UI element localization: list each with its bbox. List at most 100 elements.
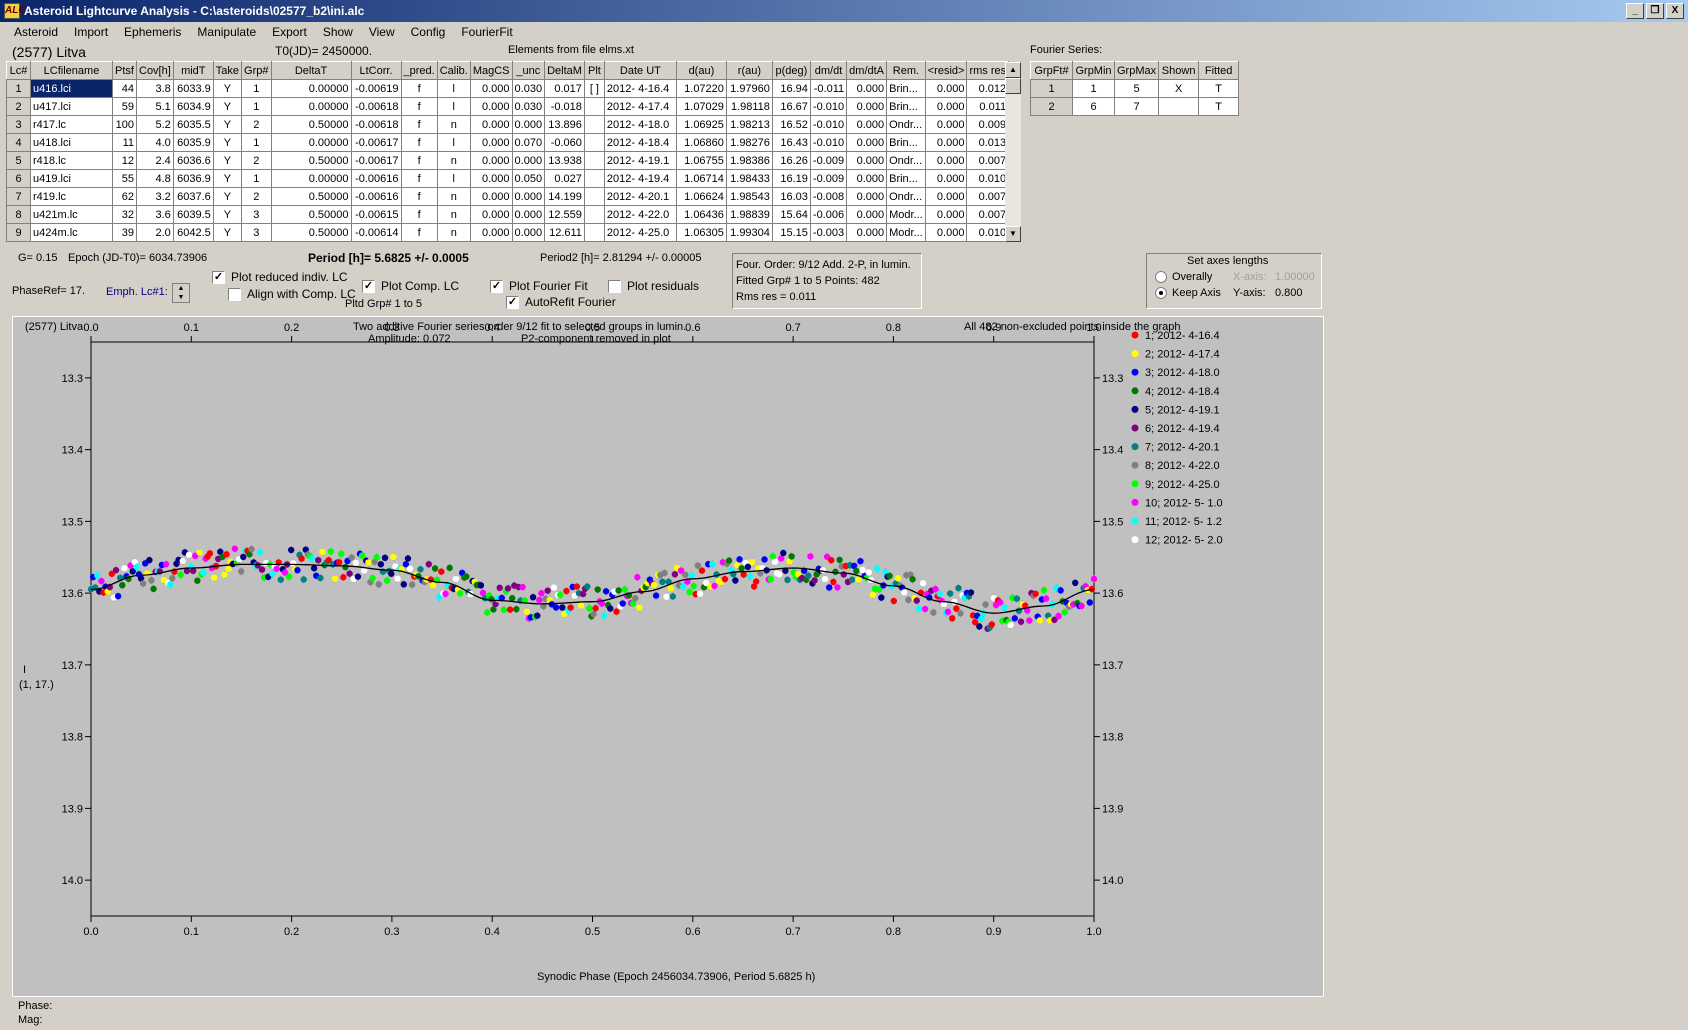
table-cell[interactable]: 2 [241,151,272,170]
table-cell[interactable] [1158,97,1200,116]
table-cell[interactable] [583,133,605,152]
row-header[interactable]: 8 [6,205,31,224]
table-cell[interactable]: 3 [241,223,272,242]
table-cell[interactable]: 0.000 [846,169,888,188]
table-cell[interactable]: 1.99304 [725,223,773,242]
table-cell[interactable]: 0.030 [511,79,546,98]
table-cell[interactable]: 0.000 [846,133,888,152]
table-cell[interactable]: Brin... [886,97,926,116]
scroll-up-button[interactable]: ▲ [1005,62,1021,78]
table-cell[interactable]: T [1198,97,1240,116]
table-cell[interactable]: 5.2 [136,115,174,134]
table-cell[interactable]: f [400,115,438,134]
table-cell[interactable]: Y [212,97,243,116]
table-cell[interactable]: 0.009 [966,115,1010,134]
fourier-column-header[interactable]: GrpFt# [1030,61,1073,80]
table-cell[interactable]: 0.000 [924,115,968,134]
table-cell[interactable]: -0.00618 [350,115,402,134]
table-cell[interactable]: 0.000 [469,187,513,206]
table-cell[interactable]: -0.010 [809,97,848,116]
row-header[interactable]: 4 [6,133,31,152]
table-cell[interactable]: -0.010 [809,115,848,134]
table-cell[interactable]: Y [212,223,243,242]
table-cell[interactable]: 12.559 [544,205,585,224]
table-row[interactable]: 1 u416.lci 44 3.8 6033.9 Y 1 0.00000 -0.00619 f l 0… [6,79,1010,98]
table-cell[interactable]: 1.98433 [725,169,773,188]
table-cell[interactable]: 3.2 [136,187,174,206]
table-cell[interactable]: -0.00617 [350,151,402,170]
fourier-column-header[interactable]: GrpMax [1113,61,1160,80]
lc-table-scrollbar[interactable]: ▲ ▼ [1005,62,1021,242]
table-cell[interactable]: 5 [1113,79,1160,98]
table-cell[interactable]: u416.lci [30,79,113,98]
table-cell[interactable]: Y [212,79,243,98]
table-cell[interactable]: 0.000 [511,205,546,224]
table-cell[interactable]: 16.03 [771,187,811,206]
table-cell[interactable]: 13.938 [544,151,585,170]
table-cell[interactable]: 0.007 [966,187,1010,206]
table-cell[interactable]: 0.000 [924,169,968,188]
table-cell[interactable]: 1.98118 [725,97,773,116]
table-cell[interactable]: 2012- 4-25.0 [603,223,677,242]
menu-asteroid[interactable]: Asteroid [6,22,66,42]
table-cell[interactable]: 0.027 [544,169,585,188]
table-row[interactable]: 9 u424m.lc 39 2.0 6042.5 Y 3 0.50000 -0.00614 f n 0… [6,223,1010,242]
autorefit-checkbox[interactable]: ✓ AutoRefit Fourier [506,295,616,309]
table-cell[interactable]: 39 [112,223,137,242]
minimize-button[interactable]: _ [1626,3,1644,19]
table-cell[interactable]: -0.00618 [350,97,402,116]
table-cell[interactable]: n [436,151,471,170]
table-cell[interactable]: 0.000 [846,205,888,224]
table-cell[interactable]: 0.007 [966,205,1010,224]
table-cell[interactable]: 1.98213 [725,115,773,134]
table-cell[interactable]: f [400,151,438,170]
table-row[interactable]: 8 u421m.lc 32 3.6 6039.5 Y 3 0.50000 -0.00615 f n 0… [6,205,1010,224]
table-cell[interactable]: -0.00616 [350,187,402,206]
yaxis-value[interactable]: 0.800 [1275,287,1303,299]
table-cell[interactable]: 0.000 [846,79,888,98]
table-cell[interactable]: f [400,133,438,152]
table-cell[interactable]: 0.000 [846,151,888,170]
lc-column-header[interactable]: Plt [583,61,605,80]
table-row[interactable]: 4 u418.lci 11 4.0 6035.9 Y 1 0.00000 -0.00617 f l 0… [6,133,1010,152]
table-row[interactable]: 5 r418.lc 12 2.4 6036.6 Y 2 0.50000 -0.00617 f n 0.… [6,151,1010,170]
table-cell[interactable]: 2 [241,115,272,134]
table-cell[interactable]: 0.010 [966,223,1010,242]
table-cell[interactable]: 6 [1072,97,1115,116]
table-cell[interactable]: 0.50000 [270,223,352,242]
plot-reduced-checkbox[interactable]: ✓ Plot reduced indiv. LC [212,270,348,284]
table-cell[interactable]: 0.000 [469,169,513,188]
table-cell[interactable]: 6036.9 [172,169,214,188]
table-cell[interactable]: 0.007 [966,151,1010,170]
table-cell[interactable]: Y [212,205,243,224]
menu-view[interactable]: View [361,22,403,42]
fourier-column-header[interactable]: Shown [1158,61,1200,80]
table-cell[interactable]: 12.611 [544,223,585,242]
table-cell[interactable]: 7 [1113,97,1160,116]
table-cell[interactable]: 0.000 [469,115,513,134]
lc-column-header[interactable]: Rem. [886,61,926,80]
table-row[interactable]: 7 r419.lc 62 3.2 6037.6 Y 2 0.50000 -0.00616 f n 0.… [6,187,1010,206]
table-cell[interactable]: 0.000 [469,151,513,170]
lc-column-header[interactable]: Calib. [436,61,471,80]
table-cell[interactable]: 16.52 [771,115,811,134]
table-cell[interactable]: Modr... [886,205,926,224]
table-cell[interactable]: 0.000 [511,151,546,170]
table-cell[interactable]: 6037.6 [172,187,214,206]
table-cell[interactable]: Brin... [886,133,926,152]
table-cell[interactable]: 0.00000 [270,133,352,152]
menu-fourierfit[interactable]: FourierFit [453,22,520,42]
table-cell[interactable]: 0.00000 [270,169,352,188]
table-cell[interactable]: n [436,187,471,206]
table-cell[interactable]: n [436,115,471,134]
row-header[interactable]: 6 [6,169,31,188]
lc-column-header[interactable]: Ptsf [112,61,137,80]
table-cell[interactable]: 32 [112,205,137,224]
menu-manipulate[interactable]: Manipulate [189,22,264,42]
table-cell[interactable]: 14.199 [544,187,585,206]
table-cell[interactable]: -0.060 [544,133,585,152]
table-cell[interactable]: -0.011 [809,79,848,98]
row-header[interactable]: 2 [6,97,31,116]
table-cell[interactable]: 13.896 [544,115,585,134]
row-header[interactable]: 9 [6,223,31,242]
